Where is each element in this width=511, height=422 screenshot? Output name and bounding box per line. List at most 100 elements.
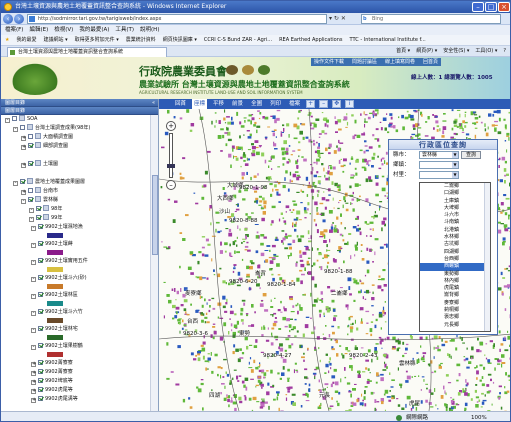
expand-node-icon[interactable]: + [21,136,26,141]
layer-checkbox[interactable] [38,343,43,348]
layer-checkbox[interactable] [38,378,43,383]
zoom-out-tool-icon[interactable]: – [319,100,329,108]
township-dropdown-list[interactable]: 二崙鄉 口湖鄉 土庫鎮 大埤鄉 斗六市 斗南鎮 北港鎮 水林鄉 古坑鄉 四湖鄉 台西鄉 西螺鎮 東勢鄉林… [419,182,491,332]
tool-file[interactable]: 檔案 [287,99,302,109]
fav-item[interactable]: 建議網站 ▾ [44,35,68,45]
help-button[interactable]: ? [503,46,506,57]
legend-item[interactable]: - 9902土壤斗六竹 [5,308,158,325]
collapse-node-icon[interactable]: - [21,199,26,204]
layer-checkbox[interactable] [38,309,43,314]
menu-help[interactable]: 說明(H) [140,25,159,35]
expand-node-icon[interactable]: + [31,371,36,376]
township-option[interactable]: 褒忠鄉 [420,314,490,321]
county-select[interactable]: 雲林縣 [419,151,459,159]
village-select[interactable] [419,171,459,179]
tree-node[interactable]: - SOA [5,115,158,124]
layer-checkbox[interactable] [38,224,43,229]
menu-edit[interactable]: 編輯(E) [29,25,48,35]
collapse-node-icon[interactable]: - [31,328,36,333]
zoom-slider-knob[interactable] [167,164,175,168]
menu-favorites[interactable]: 我的最愛(A) [79,25,109,35]
tree-node[interactable] [5,169,158,178]
page-menu[interactable]: 網頁(P) ▾ [416,46,437,57]
legend-item[interactable]: - 9902土壤林區 [5,291,158,308]
favorites-star-icon[interactable]: ★ [5,35,9,45]
legend-item[interactable]: - 9902土壤實用五件 [5,257,158,274]
layer-checkbox[interactable] [38,275,43,280]
layer-checkbox[interactable] [36,215,41,220]
home-button[interactable]: 首頁 ▾ [396,46,410,57]
menu-tools[interactable]: 工具(T) [115,25,134,35]
layer-checkbox[interactable] [28,143,33,148]
layer-checkbox[interactable] [38,292,43,297]
township-option[interactable]: 麥寮鄉 [420,300,490,307]
tree-node[interactable]: - 農地土地覆蓋成果圖層 [5,178,158,187]
township-select[interactable] [419,161,459,169]
tab-active[interactable]: 台灣土壤資源與農地土地覆蓋資訊整合查詢系統 [7,47,167,57]
collapse-node-icon[interactable]: - [31,345,36,350]
fav-item[interactable]: CCRI C-S Bund ZAR - Agri... [204,35,272,45]
township-option[interactable]: 土庫鎮 [420,198,490,205]
tool-coords[interactable]: 座標 [192,99,208,109]
township-option[interactable]: 元長鄉 [420,322,490,329]
fav-item[interactable]: REA Earthed Applications [279,35,342,45]
layer-checkbox[interactable] [38,360,43,365]
collapse-node-icon[interactable]: - [13,127,18,132]
tree-node[interactable]: + 細部調查圖 [5,142,158,151]
fav-item[interactable]: 網頁快訊圖庫 ▾ [163,35,197,45]
legend-item[interactable]: - 9902土壤斗六(砂) [5,274,158,291]
zoom-in-button[interactable]: + [166,121,176,131]
expand-node-icon[interactable]: + [21,163,26,168]
tree-node[interactable]: - 雲林縣 [5,196,158,205]
tree-node[interactable]: +9902菁寮寮 [5,368,158,377]
tool-pan[interactable]: 平移 [211,99,226,109]
identify-tool-icon[interactable]: i [345,100,355,108]
zoom-level[interactable]: 100% [471,412,487,421]
township-option[interactable]: 四湖鄉 [420,249,490,256]
tree-node[interactable]: - 台灣土壤調查成果(98年) [5,124,158,133]
tool-reset[interactable]: 回首 [173,99,188,109]
layer-checkbox[interactable] [28,161,33,166]
collapse-node-icon[interactable]: - [29,217,34,222]
layer-checkbox[interactable] [38,369,43,374]
layer-checkbox[interactable] [38,387,43,392]
layer-checkbox[interactable] [38,396,43,401]
legend-item[interactable]: - 9902土壤蒔 [5,240,158,257]
township-option[interactable]: 北港鎮 [420,227,490,234]
tool-foreground[interactable]: 前景 [230,99,245,109]
refresh-stop-icons[interactable]: ▾ ↻ ✕ [329,14,359,24]
collapse-node-icon[interactable]: - [31,243,36,248]
address-bar[interactable]: http://sodmirror.tari.gov.tw/tarigisweb/… [27,14,327,24]
layer-scrollbar[interactable] [150,115,158,411]
expand-node-icon[interactable]: + [31,362,36,367]
forward-icon[interactable]: › [14,14,24,24]
tree-node[interactable]: - 98年 [5,205,158,214]
collapse-node-icon[interactable]: - [31,226,36,231]
fav-item[interactable]: TTC - International Institute f... [350,35,426,45]
collapse-node-icon[interactable]: - [5,118,10,123]
safety-menu[interactable]: 安全性(S) ▾ [443,46,469,57]
tree-node[interactable]: - 99年 [5,214,158,223]
township-option[interactable]: 古坑鄉 [420,241,490,248]
fav-item[interactable]: 我的最愛 [16,35,36,45]
link-forum[interactable]: 問題討論區 [352,58,377,66]
collapse-node-icon[interactable]: - [13,181,18,186]
tool-print[interactable]: 列印 [268,99,283,109]
collapse-node-icon[interactable]: - [29,208,34,213]
collapse-node-icon[interactable]: - [31,277,36,282]
township-option[interactable]: 東勢鄉 [420,271,490,278]
layer-checkbox[interactable] [28,134,33,139]
expand-node-icon[interactable]: + [21,190,26,195]
tree-node[interactable]: +9902虎尾等 [5,386,158,395]
scroll-thumb[interactable] [152,175,158,255]
township-option[interactable]: 崙背鄉 [420,292,490,299]
tree-node[interactable]: +9902菁寮寮 [5,359,158,368]
township-option[interactable]: 口湖鄉 [420,190,490,197]
township-option[interactable]: 斗南鎮 [420,219,490,226]
legend-item[interactable]: - 9902土壤林宅 [5,325,158,342]
fav-item[interactable]: 取得更多附加元件 ▾ [75,35,119,45]
collapse-node-icon[interactable]: - [31,260,36,265]
layer-checkbox[interactable] [36,206,41,211]
collapse-node-icon[interactable]: - [31,294,36,299]
tree-node[interactable]: + 大面積調查圖 [5,133,158,142]
